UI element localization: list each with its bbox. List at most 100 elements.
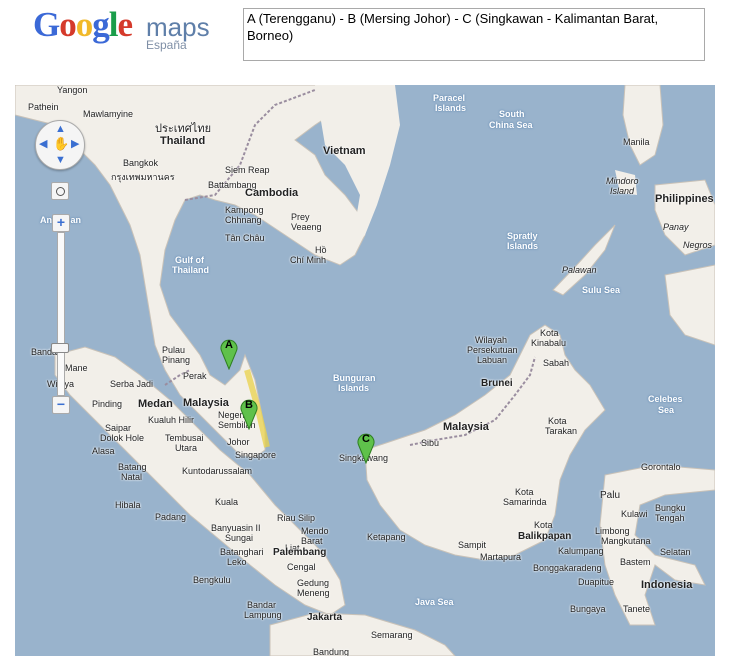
map-label: Bungku <box>655 503 686 513</box>
map-label: Kinabalu <box>531 338 567 348</box>
logo-google-text: Google <box>33 5 133 44</box>
route-text: A (Terengganu) - B (Mersing Johor) - C (… <box>247 11 659 43</box>
map-label: Meneng <box>297 588 330 598</box>
street-view-button[interactable] <box>51 182 69 200</box>
map-label: Barat <box>301 536 323 546</box>
map-label: Islands <box>338 383 370 393</box>
map-label: Johor <box>227 437 250 447</box>
map-label: Islands <box>435 103 467 113</box>
map-label: Pathein <box>28 102 59 112</box>
marker-letter: B <box>245 399 253 411</box>
map-label: Vietnam <box>323 145 366 157</box>
zoom-slider-track[interactable] <box>57 232 65 396</box>
map-label: Bungaya <box>570 604 606 614</box>
map-label: South <box>499 109 525 119</box>
map-label: Sampit <box>458 540 487 550</box>
map-label: Sea <box>658 405 675 415</box>
map-label: Dolok Hole <box>100 433 145 443</box>
pan-left-icon[interactable]: ◀ <box>39 139 47 150</box>
map-label: Duapitue <box>578 577 615 587</box>
map-label: Natal <box>121 472 143 482</box>
map-label: Balikpapan <box>518 531 572 542</box>
map-label: Jakarta <box>307 612 343 623</box>
map-label: China Sea <box>489 120 533 130</box>
map-label: Kuala <box>215 497 239 507</box>
map-label: Island <box>610 186 635 196</box>
map-label: Tembusai <box>165 433 204 443</box>
map-label: Tengah <box>655 513 685 523</box>
map-label: Bandar <box>247 600 277 610</box>
map-label: Java Sea <box>415 597 454 607</box>
zoom-in-button[interactable]: + <box>52 214 70 232</box>
map-label: Prey <box>291 212 310 222</box>
map-label: Bengkulu <box>193 575 231 585</box>
map-label: Gedung <box>297 578 330 588</box>
map-label: Persekutuan <box>467 345 518 355</box>
logo-region-text: España <box>146 38 187 52</box>
map-label: กรุงเทพมหานคร <box>111 172 175 182</box>
map-label: Padang <box>155 512 187 522</box>
pan-up-icon[interactable]: ▲ <box>55 124 66 135</box>
map-label: Bangkok <box>123 158 159 168</box>
map-label: Semarang <box>371 630 413 640</box>
map-label: Batanghari <box>220 547 264 557</box>
map-label: Mane <box>65 363 88 373</box>
map-label: Lampung <box>244 610 282 620</box>
map-label: Bunguran <box>333 373 376 383</box>
map-label: Gorontalo <box>641 462 681 472</box>
map-label: Islands <box>507 241 539 251</box>
map-label: Tarakan <box>545 426 578 436</box>
map-label: Pulau <box>162 345 186 355</box>
map-label: Mawlamyine <box>83 109 134 119</box>
map-label: Indonesia <box>641 579 693 591</box>
map-label: Thailand <box>160 135 206 147</box>
map-label: Celebes <box>648 394 683 404</box>
marker-a[interactable]: A <box>219 336 239 370</box>
marker-b[interactable]: B <box>239 396 259 430</box>
map-label: Hibala <box>115 500 141 510</box>
map-label: Manila <box>623 137 650 147</box>
map-label: Kota <box>515 487 534 497</box>
map-label: Bandung <box>313 647 350 656</box>
pan-down-icon[interactable]: ▼ <box>55 155 66 166</box>
zoom-slider-handle[interactable] <box>51 343 69 353</box>
map-label: Saipar <box>105 423 132 433</box>
map-label: Palembang <box>273 547 327 558</box>
pan-control[interactable]: ▲ ▼ ◀ ▶ ✋ <box>35 120 85 170</box>
map-label: Negros <box>683 240 713 250</box>
map-label: Veaeng <box>291 222 322 232</box>
map-label: Samarinda <box>503 497 547 507</box>
map-label: Sungai <box>225 533 254 543</box>
map-label: Batang <box>118 462 147 472</box>
map-label: Hồ <box>315 245 327 255</box>
map-label: Ketapang <box>367 532 406 542</box>
map-label: Kulawi <box>621 509 648 519</box>
route-text-box[interactable]: A (Terengganu) - B (Mersing Johor) - C (… <box>243 8 705 61</box>
map-label: Serba Jadi <box>110 379 154 389</box>
mindanao-landmass <box>664 264 715 346</box>
map-label: Palu <box>600 490 621 501</box>
map-label: Labuan <box>477 355 508 365</box>
map-label: Siem Reap <box>225 165 270 175</box>
map-label: Leko <box>227 557 247 567</box>
map-label: Kota <box>548 416 567 426</box>
map-label: Yangon <box>57 85 88 95</box>
java-landmass <box>269 612 456 656</box>
map-label: Brunei <box>481 378 513 389</box>
pan-right-icon[interactable]: ▶ <box>71 139 79 150</box>
map-label: Kota <box>534 520 553 530</box>
map-label: Gulf of <box>175 255 204 265</box>
map-label: Medan <box>138 398 173 410</box>
map-label: Banyuasin II <box>211 523 261 533</box>
map-label: Sabah <box>543 358 570 368</box>
map-label: Cambodia <box>245 187 299 199</box>
map-label: Sibu <box>421 438 440 448</box>
map-canvas[interactable]: Yangon Pathein Mawlamyine ประเทศไทย Thai… <box>15 85 715 656</box>
zoom-out-button[interactable]: − <box>52 396 70 414</box>
map-label: Mendo <box>301 526 329 536</box>
hand-icon: ✋ <box>53 136 70 151</box>
marker-c[interactable]: C <box>356 430 376 464</box>
map-label: Chhnang <box>225 215 262 225</box>
map-label: Philippines <box>655 193 714 205</box>
google-maps-logo[interactable]: Google maps España <box>33 6 213 56</box>
